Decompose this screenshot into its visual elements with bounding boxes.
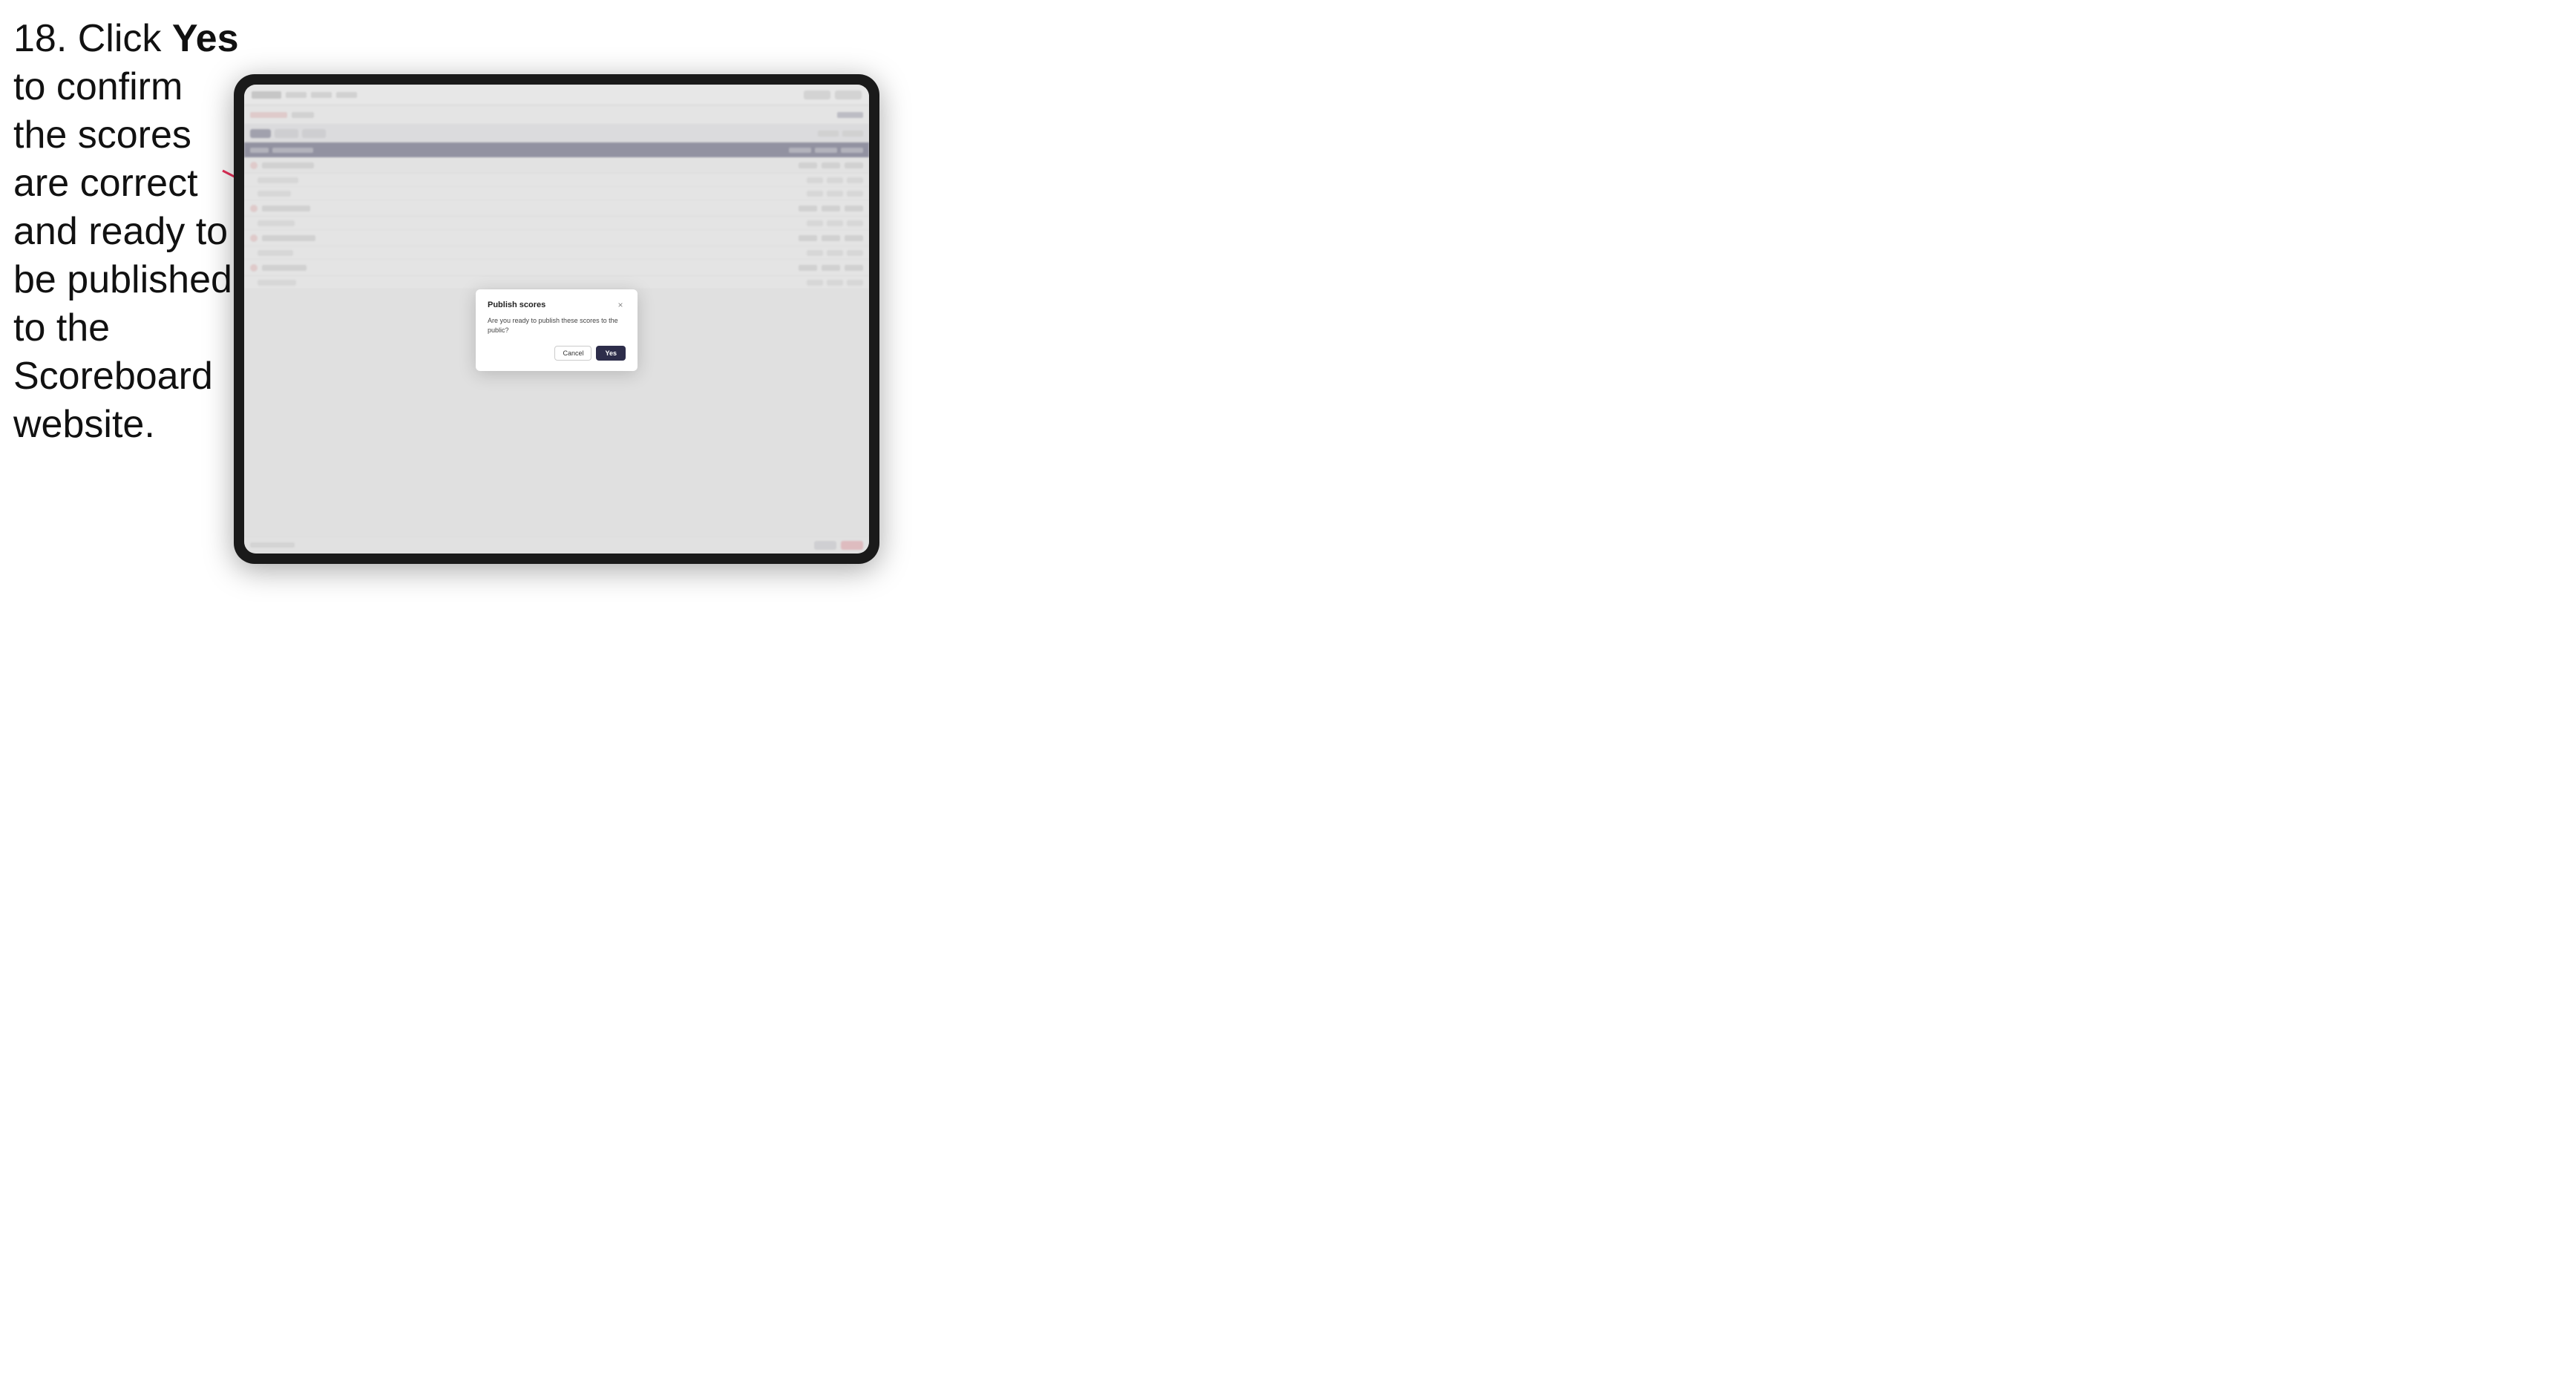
tablet-device: Publish scores × Are you ready to publis… [234,74,879,564]
instruction-bold: Yes [172,17,239,60]
publish-scores-dialog: Publish scores × Are you ready to publis… [476,289,638,370]
modal-footer: Cancel Yes [488,346,626,361]
tablet-screen: Publish scores × Are you ready to publis… [244,85,869,554]
yes-button[interactable]: Yes [596,346,626,361]
modal-overlay: Publish scores × Are you ready to publis… [244,85,869,554]
modal-body-text: Are you ready to publish these scores to… [488,316,626,335]
modal-close-button[interactable]: × [615,300,626,310]
modal-header: Publish scores × [488,300,626,310]
step-number: 18. [13,17,67,60]
cancel-button[interactable]: Cancel [554,346,591,361]
modal-title: Publish scores [488,300,545,309]
instruction-text: 18. Click Yes to confirm the scores are … [13,15,243,449]
instruction-prefix: Click [67,17,172,60]
instruction-suffix: to confirm the scores are correct and re… [13,65,232,446]
